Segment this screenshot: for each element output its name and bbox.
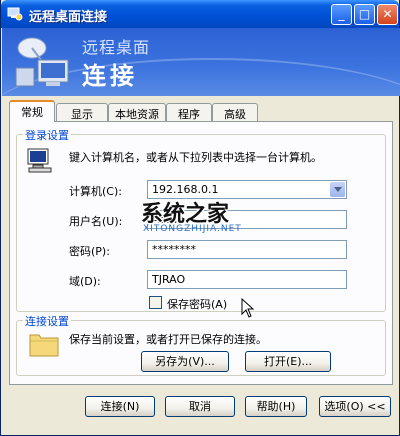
save-password-checkbox[interactable]	[149, 296, 162, 309]
tab-programs[interactable]: 程序	[166, 103, 212, 121]
banner: 远程桌面 连接	[2, 28, 400, 96]
cancel-button[interactable]: 取消	[165, 396, 235, 417]
computer-icon	[27, 148, 52, 173]
minimize-button[interactable]: _	[331, 4, 352, 25]
username-label: 用户名(U):	[69, 215, 123, 228]
remote-desktop-icon	[7, 7, 23, 21]
chevron-down-icon[interactable]	[330, 182, 345, 197]
folder-icon	[29, 334, 59, 357]
connection-settings-title: 连接设置	[23, 313, 71, 329]
window-title: 远程桌面连接	[29, 10, 108, 25]
tab-panel-general: 登录设置 键入计算机名，或者从下拉列表中选择一台计算机。 计算机(C): 192…	[9, 121, 393, 385]
connect-button[interactable]: 连接(N)	[85, 396, 155, 417]
domain-label: 域(D):	[69, 275, 101, 288]
remote-desktop-window: 远程桌面连接 _ □ ✕ 远程桌面 连接 常规 显示 本地资源 程序 高级 登录…	[0, 0, 400, 436]
mouse-cursor-icon	[241, 298, 255, 318]
tab-display[interactable]: 显示	[56, 103, 108, 121]
password-input[interactable]: ********	[147, 240, 347, 259]
save-as-button[interactable]: 另存为(V)...	[141, 351, 229, 372]
open-button[interactable]: 打开(E)...	[245, 351, 331, 372]
login-settings-title: 登录设置	[23, 127, 71, 143]
options-button[interactable]: 选项(O) <<	[319, 396, 391, 417]
maximize-button[interactable]: □	[354, 4, 375, 25]
tab-advanced[interactable]: 高级	[212, 103, 258, 121]
banner-title-line2: 连接	[82, 62, 138, 90]
watermark-subtitle: XITONGZHIJIA.NET	[143, 224, 242, 234]
connection-settings-group: 连接设置 保存当前设置，或者打开已保存的连接。 另存为(V)... 打开(E).…	[16, 313, 386, 376]
tab-local-resources[interactable]: 本地资源	[108, 103, 166, 121]
tab-general[interactable]: 常规	[9, 100, 55, 122]
close-button[interactable]: ✕	[377, 4, 398, 25]
save-password-label[interactable]: 保存密码(A)	[167, 296, 227, 312]
watermark-logo: 系统之家 XITONGZHIJIA.NET	[141, 196, 293, 242]
login-instruction: 键入计算机名，或者从下拉列表中选择一台计算机。	[69, 151, 322, 164]
connection-description: 保存当前设置，或者打开已保存的连接。	[69, 333, 267, 346]
password-label: 密码(P):	[69, 245, 110, 258]
computer-value: 192.168.0.1	[152, 183, 219, 196]
help-button[interactable]: 帮助(H)	[245, 396, 307, 417]
banner-title-line1: 远程桌面	[82, 38, 151, 57]
computer-network-icon	[15, 37, 69, 87]
domain-input[interactable]: TJRAO	[147, 270, 347, 289]
computer-label: 计算机(C):	[69, 185, 122, 198]
title-bar[interactable]: 远程桌面连接 _ □ ✕	[1, 0, 399, 28]
